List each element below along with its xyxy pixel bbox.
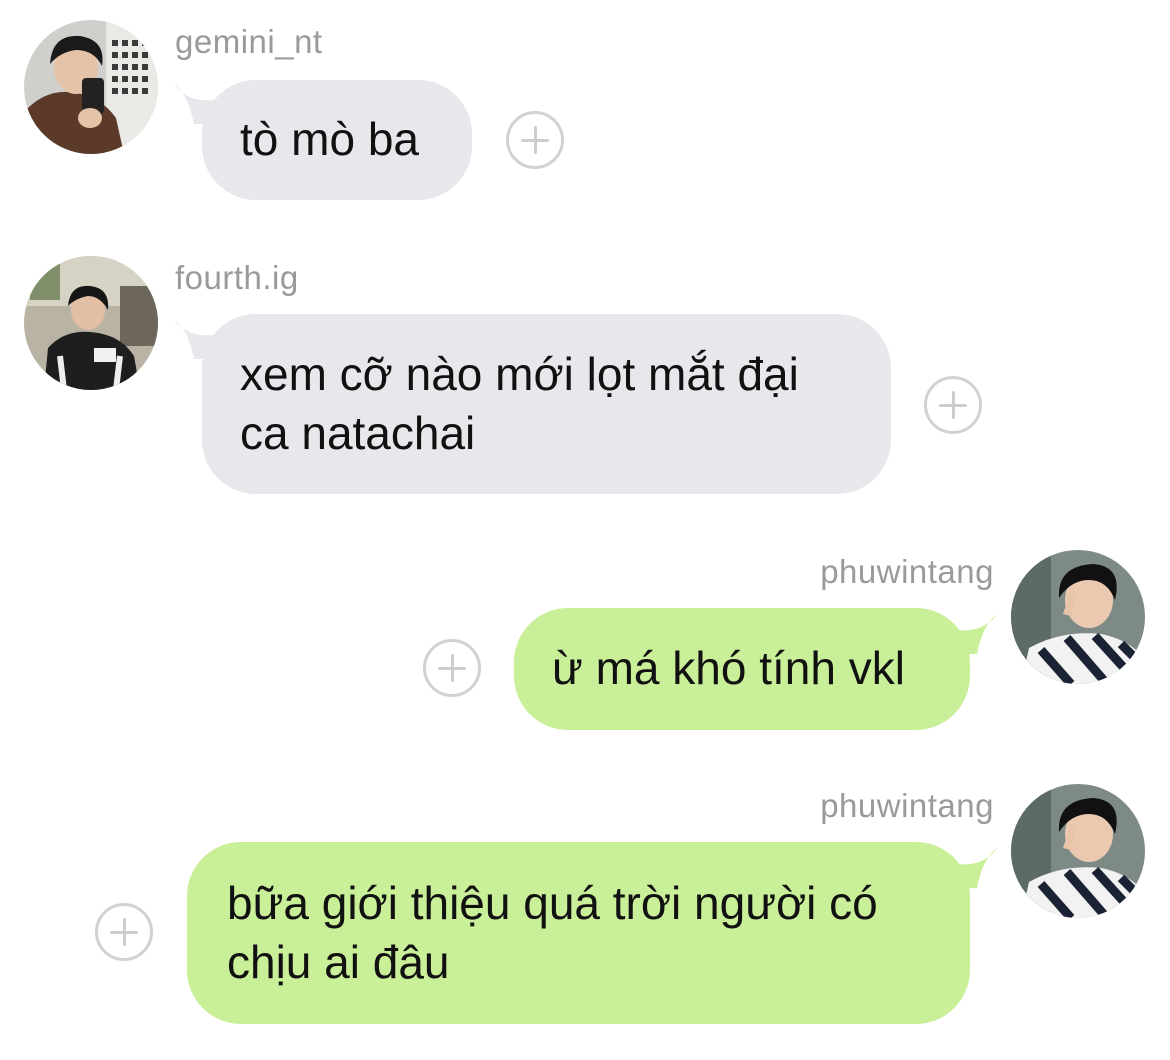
avatar-image bbox=[24, 256, 158, 390]
sender-username: fourth.ig bbox=[175, 259, 299, 296]
add-reaction-icon[interactable] bbox=[95, 903, 153, 961]
sender-username: phuwintang bbox=[820, 553, 994, 590]
message-bubble[interactable]: ừ má khó tính vkl bbox=[514, 608, 970, 730]
sender-username: gemini_nt bbox=[175, 23, 323, 60]
avatar[interactable] bbox=[24, 20, 158, 154]
message-text-line: ca natachai bbox=[240, 407, 476, 459]
message-text-line: chịu ai đâu bbox=[227, 936, 450, 988]
avatar-image bbox=[1011, 550, 1145, 684]
message-text-line: xem cỡ nào mới lọt mắt đại bbox=[240, 348, 799, 400]
avatar[interactable] bbox=[1011, 550, 1145, 684]
sender-username: phuwintang bbox=[820, 787, 994, 824]
message-bubble[interactable]: bữa giới thiệu quá trời người có chịu ai… bbox=[187, 842, 970, 1024]
message-bubble[interactable]: tò mò ba bbox=[202, 80, 472, 200]
avatar[interactable] bbox=[1011, 784, 1145, 918]
add-reaction-icon[interactable] bbox=[924, 376, 982, 434]
message-bubble[interactable]: xem cỡ nào mới lọt mắt đại ca natachai bbox=[202, 314, 891, 494]
add-reaction-icon[interactable] bbox=[506, 111, 564, 169]
avatar-image bbox=[24, 20, 158, 154]
avatar-image bbox=[1011, 784, 1145, 918]
avatar[interactable] bbox=[24, 256, 158, 390]
message-text-line: bữa giới thiệu quá trời người có bbox=[227, 877, 878, 929]
message-text: tò mò ba bbox=[240, 113, 419, 165]
message-text: ừ má khó tính vkl bbox=[552, 642, 905, 694]
add-reaction-icon[interactable] bbox=[423, 639, 481, 697]
